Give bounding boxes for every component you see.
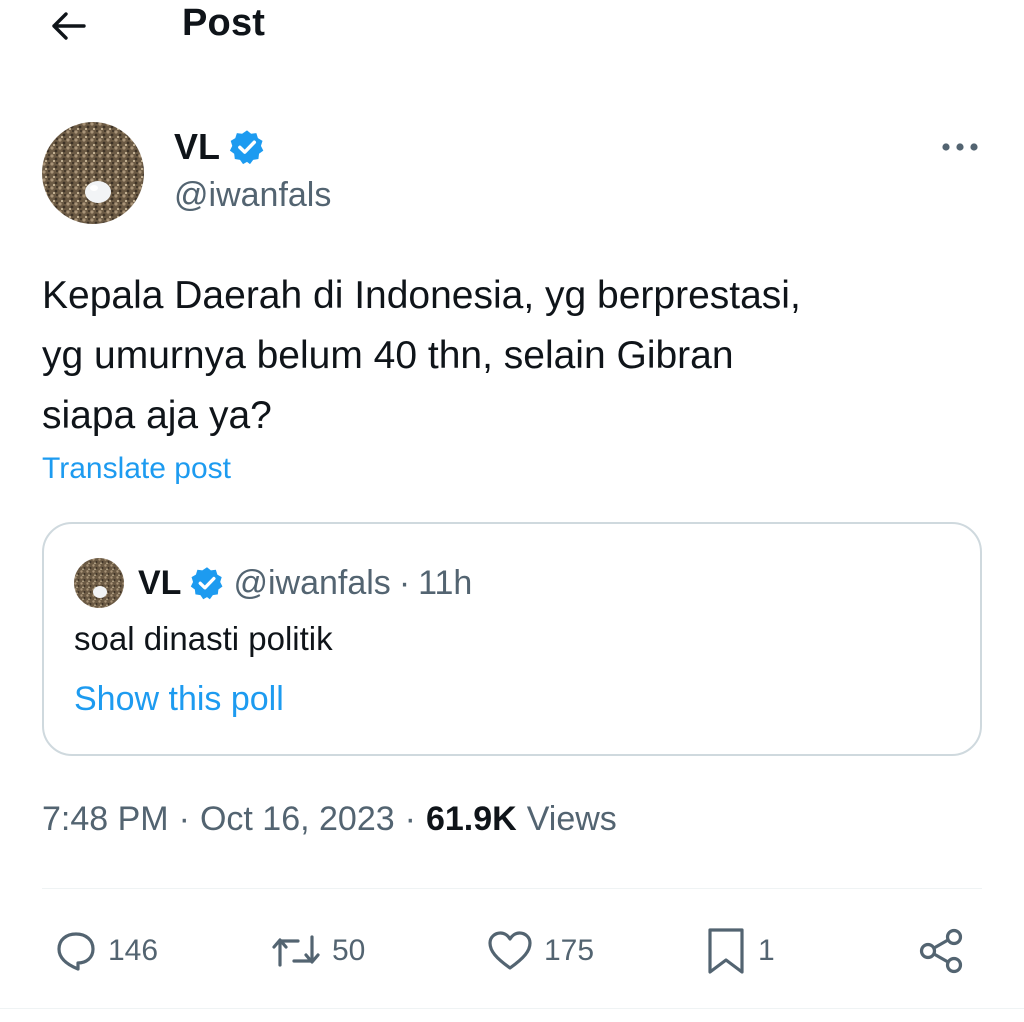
repost-icon [272, 935, 320, 967]
author-name-row: VL [174, 126, 266, 168]
share-button[interactable] [916, 916, 966, 986]
quoted-post-text: soal dinasti politik [74, 620, 333, 657]
divider [42, 888, 982, 889]
author-handle[interactable]: @iwanfals [174, 176, 331, 215]
post-date[interactable]: Oct 16, 2023 [200, 800, 395, 839]
action-bar: 146 50 175 1 [42, 916, 982, 986]
reply-button[interactable]: 146 [54, 916, 158, 986]
more-horizontal-icon [942, 143, 978, 151]
like-count: 175 [544, 934, 595, 967]
post-time[interactable]: 7:48 PM [42, 800, 169, 839]
bookmark-button[interactable]: 1 [704, 916, 775, 986]
quoted-author-name: VL [138, 563, 182, 602]
divider [0, 1008, 1024, 1009]
repost-count: 50 [332, 934, 366, 967]
meta-separator: · [178, 800, 190, 838]
views-label: Views [526, 800, 617, 838]
meta-separator: · [404, 800, 416, 838]
post-meta: 7:48 PM · Oct 16, 2023 · 61.9K Views [42, 800, 617, 839]
reply-icon [57, 932, 95, 971]
post-text-line: siapa aja ya? [42, 394, 272, 437]
avatar-image [74, 558, 124, 608]
page-title: Post [182, 2, 266, 44]
heart-icon [488, 931, 532, 970]
bookmark-icon [708, 928, 744, 974]
reply-count: 146 [108, 934, 159, 967]
arrow-left-icon [52, 12, 86, 40]
post-text-line: Kepala Daerah di Indonesia, yg berpresta… [42, 274, 801, 317]
quoted-post-time: 11h [418, 563, 473, 602]
verified-badge-icon [229, 130, 264, 165]
translate-post-link[interactable]: Translate post [42, 452, 231, 486]
author-name[interactable]: VL [174, 126, 220, 168]
bookmark-count: 1 [758, 934, 775, 967]
top-bar: Post [0, 0, 1024, 60]
author-avatar[interactable] [42, 122, 144, 224]
post-text-line: yg umurnya belum 40 thn, selain Gibran [42, 334, 734, 377]
quoted-post-header: VL @iwanfals · 11h [138, 558, 472, 608]
share-icon [919, 928, 963, 974]
views-count: 61.9K [425, 800, 517, 838]
quoted-author-handle: @iwanfals [233, 563, 391, 602]
avatar-image [42, 122, 144, 224]
verified-badge-icon [191, 567, 223, 600]
like-button[interactable]: 175 [486, 916, 594, 986]
show-poll-link[interactable]: Show this poll [74, 680, 284, 719]
post-text: Kepala Daerah di Indonesia, yg berpresta… [42, 266, 972, 446]
back-button[interactable] [46, 6, 90, 46]
quoted-author-avatar [74, 558, 124, 608]
post-page: Post VL @iwanfals Kepala Daerah di Indon… [0, 0, 1024, 1022]
quoted-post-card[interactable]: VL @iwanfals · 11h soal dinasti politik … [42, 522, 982, 756]
repost-button[interactable]: 50 [270, 916, 365, 986]
quoted-time-separator: · [398, 563, 411, 602]
more-options-button[interactable] [936, 130, 984, 164]
